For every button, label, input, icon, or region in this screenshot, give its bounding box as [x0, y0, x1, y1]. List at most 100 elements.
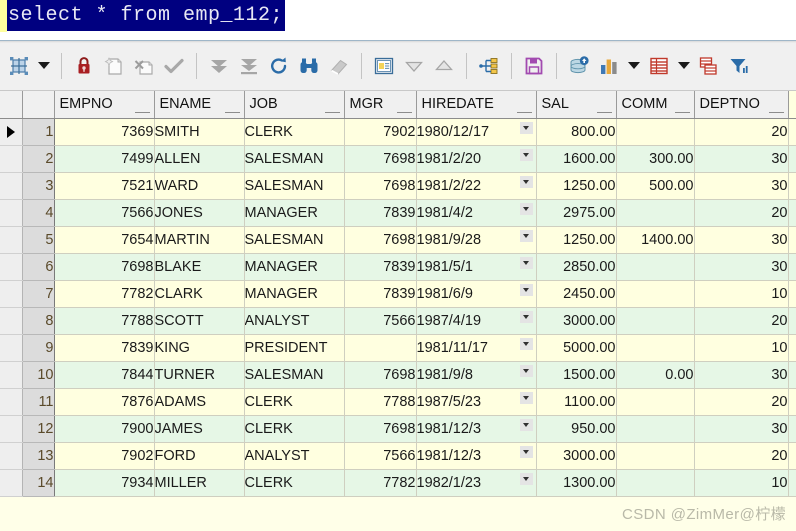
row-marker-cell[interactable]	[0, 172, 23, 200]
row-number-cell[interactable]: 9	[22, 334, 55, 362]
cell-deptno[interactable]: 30	[694, 172, 789, 200]
chevron-down-icon[interactable]	[34, 49, 54, 83]
table-row[interactable]: 12 7900 JAMES CLERK 7698 1981/12/3 950.00 30	[0, 415, 796, 443]
date-picker-dropdown-icon[interactable]	[519, 256, 533, 269]
cell-comm[interactable]	[616, 442, 695, 470]
cell-deptno[interactable]: 20	[694, 442, 789, 470]
cell-comm[interactable]	[616, 307, 695, 335]
row-marker-cell[interactable]	[0, 118, 23, 146]
table-row[interactable]: 9 7839 KING PRESIDENT 1981/11/17 5000.00 10	[0, 334, 796, 362]
cell-comm[interactable]	[616, 118, 695, 146]
cell-comm[interactable]	[616, 334, 695, 362]
cell-deptno[interactable]: 30	[694, 226, 789, 254]
table-row[interactable]: 14 7934 MILLER CLERK 7782 1982/1/23 1300.00 10	[0, 469, 796, 497]
eraser-icon[interactable]	[324, 49, 354, 83]
cell-hiredate[interactable]: 1987/4/19	[416, 307, 537, 335]
cell-hiredate[interactable]: 1981/9/28	[416, 226, 537, 254]
fetch-next-icon[interactable]	[204, 49, 234, 83]
cell-empno[interactable]: 7876	[54, 388, 155, 416]
row-marker-cell[interactable]	[0, 334, 23, 362]
date-picker-dropdown-icon[interactable]	[519, 418, 533, 431]
cell-hiredate[interactable]: 1980/12/17	[416, 118, 537, 146]
column-resize-grip[interactable]	[324, 111, 340, 113]
floppy-save-icon[interactable]	[519, 49, 549, 83]
cell-job[interactable]: CLERK	[244, 415, 345, 443]
cell-mgr[interactable]: 7902	[344, 118, 417, 146]
row-marker-cell[interactable]	[0, 199, 23, 227]
table-row[interactable]: 7 7782 CLARK MANAGER 7839 1981/6/9 2450.00 10	[0, 280, 796, 308]
cell-empno[interactable]: 7844	[54, 361, 155, 389]
cell-sal[interactable]: 800.00	[536, 118, 617, 146]
binoculars-icon[interactable]	[294, 49, 324, 83]
cell-job[interactable]: MANAGER	[244, 199, 345, 227]
cell-job[interactable]: SALESMAN	[244, 172, 345, 200]
date-picker-dropdown-icon[interactable]	[519, 364, 533, 377]
cell-job[interactable]: SALESMAN	[244, 226, 345, 254]
date-picker-dropdown-icon[interactable]	[519, 310, 533, 323]
column-header-hiredate[interactable]: HIREDATE	[416, 91, 537, 119]
row-number-cell[interactable]: 10	[22, 361, 55, 389]
report-grid-icon[interactable]	[644, 49, 674, 83]
cell-mgr[interactable]: 7698	[344, 172, 417, 200]
cell-empno[interactable]: 7934	[54, 469, 155, 497]
cell-ename[interactable]: JONES	[154, 199, 245, 227]
cell-empno[interactable]: 7900	[54, 415, 155, 443]
cell-empno[interactable]: 7654	[54, 226, 155, 254]
single-record-view-icon[interactable]	[369, 49, 399, 83]
cell-comm[interactable]	[616, 253, 695, 281]
cell-hiredate[interactable]: 1981/12/3	[416, 442, 537, 470]
cell-empno[interactable]: 7566	[54, 199, 155, 227]
grid-layout-icon[interactable]	[4, 49, 34, 83]
cell-deptno[interactable]: 20	[694, 199, 789, 227]
cell-comm[interactable]	[616, 280, 695, 308]
table-row[interactable]: 6 7698 BLAKE MANAGER 7839 1981/5/1 2850.00 30	[0, 253, 796, 281]
row-number-cell[interactable]: 2	[22, 145, 55, 173]
cell-deptno[interactable]: 20	[694, 388, 789, 416]
cell-hiredate[interactable]: 1981/2/22	[416, 172, 537, 200]
database-upload-icon[interactable]	[564, 49, 594, 83]
date-picker-dropdown-icon[interactable]	[519, 391, 533, 404]
triangle-down-icon[interactable]	[399, 49, 429, 83]
chevron-down-icon[interactable]	[674, 49, 694, 83]
editor-text-area[interactable]: select * from emp_112;	[7, 0, 796, 40]
cell-sal[interactable]: 3000.00	[536, 442, 617, 470]
cell-mgr[interactable]: 7788	[344, 388, 417, 416]
table-row[interactable]: 13 7902 FORD ANALYST 7566 1981/12/3 3000.00 20	[0, 442, 796, 470]
date-picker-dropdown-icon[interactable]	[519, 445, 533, 458]
cell-ename[interactable]: ALLEN	[154, 145, 245, 173]
column-header-comm[interactable]: COMM	[616, 91, 695, 119]
cell-job[interactable]: MANAGER	[244, 253, 345, 281]
date-picker-dropdown-icon[interactable]	[519, 148, 533, 161]
cell-hiredate[interactable]: 1981/11/17	[416, 334, 537, 362]
new-record-icon[interactable]	[99, 49, 129, 83]
row-number-cell[interactable]: 11	[22, 388, 55, 416]
cell-comm[interactable]: 1400.00	[616, 226, 695, 254]
cell-job[interactable]: ANALYST	[244, 307, 345, 335]
cell-hiredate[interactable]: 1981/12/3	[416, 415, 537, 443]
row-number-cell[interactable]: 6	[22, 253, 55, 281]
delete-record-icon[interactable]	[129, 49, 159, 83]
cell-ename[interactable]: KING	[154, 334, 245, 362]
filter-icon[interactable]	[724, 49, 754, 83]
cell-deptno[interactable]: 10	[694, 469, 789, 497]
row-marker-cell[interactable]	[0, 415, 23, 443]
table-row[interactable]: 2 7499 ALLEN SALESMAN 7698 1981/2/20 1600.00 30…	[0, 145, 796, 173]
date-picker-dropdown-icon[interactable]	[519, 472, 533, 485]
column-resize-grip[interactable]	[224, 111, 240, 113]
cell-ename[interactable]: TURNER	[154, 361, 245, 389]
cell-mgr[interactable]: 7566	[344, 442, 417, 470]
cell-sal[interactable]: 1500.00	[536, 361, 617, 389]
row-number-cell[interactable]: 8	[22, 307, 55, 335]
cell-mgr[interactable]: 7782	[344, 469, 417, 497]
cell-comm[interactable]	[616, 415, 695, 443]
cell-job[interactable]: CLERK	[244, 469, 345, 497]
fetch-last-icon[interactable]	[234, 49, 264, 83]
cell-mgr[interactable]: 7566	[344, 307, 417, 335]
cell-job[interactable]: MANAGER	[244, 280, 345, 308]
cell-empno[interactable]: 7521	[54, 172, 155, 200]
tree-view-icon[interactable]	[474, 49, 504, 83]
row-number-cell[interactable]: 3	[22, 172, 55, 200]
row-number-cell[interactable]: 13	[22, 442, 55, 470]
check-icon[interactable]	[159, 49, 189, 83]
cell-hiredate[interactable]: 1981/5/1	[416, 253, 537, 281]
